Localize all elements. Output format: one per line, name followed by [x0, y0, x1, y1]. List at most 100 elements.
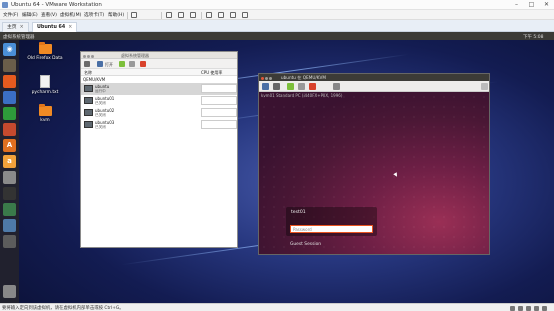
impress-icon[interactable] — [3, 123, 16, 136]
console-view-icon[interactable] — [262, 83, 269, 90]
vm-monitor-icon — [84, 97, 93, 104]
vm-row-ubuntu02[interactable]: ubuntu02 已关闭 — [81, 107, 237, 119]
tab-label: 主页 — [7, 25, 17, 30]
details-icon[interactable] — [273, 83, 280, 90]
power-icon[interactable] — [131, 12, 137, 18]
shutdown-icon[interactable] — [140, 61, 146, 67]
cpu-usage-graph — [201, 108, 237, 117]
firefox-icon[interactable] — [3, 75, 16, 88]
files-icon[interactable] — [3, 59, 16, 72]
vmware-title-bar: Ubuntu 64 - VMware Workstation – □ ✕ — [0, 0, 554, 10]
vm-row-ubuntu03[interactable]: ubuntu03 已关闭 — [81, 119, 237, 131]
open-console-icon[interactable] — [97, 61, 103, 67]
software-center-icon[interactable]: A — [3, 139, 16, 152]
close-dot-icon[interactable] — [83, 54, 86, 58]
fullscreen-icon[interactable] — [206, 12, 212, 18]
send-keys-icon[interactable] — [166, 12, 172, 18]
guest-session-option[interactable]: Guest Session — [290, 242, 321, 247]
guest-hostname-header: kvm01 Standard PC (i440FX+PIIX, 1996) — [261, 93, 343, 98]
amazon-icon[interactable]: a — [3, 155, 16, 168]
menu-help[interactable]: 帮助(H) — [108, 12, 124, 18]
network-icon[interactable] — [510, 305, 515, 311]
tab-close-icon[interactable]: × — [68, 25, 72, 30]
vm-monitor-icon — [84, 85, 93, 92]
gedit-icon[interactable] — [3, 203, 16, 216]
new-vm-icon[interactable] — [84, 61, 90, 67]
display-icon[interactable] — [534, 305, 539, 311]
shutdown-icon[interactable] — [309, 83, 316, 90]
guest-active-app: 虚拟系统管理器 — [3, 34, 35, 40]
login-username[interactable]: test01 — [291, 210, 306, 215]
connection-group[interactable]: QEMU/KVM — [81, 76, 237, 83]
maximize-button[interactable]: □ — [524, 0, 539, 10]
folder-icon — [38, 42, 52, 54]
settings-icon[interactable] — [3, 171, 16, 184]
minimize-dot-icon[interactable] — [265, 76, 268, 80]
vm-list-header: 名称 CPU 使用率 — [81, 69, 237, 76]
console-view-icon[interactable] — [230, 12, 236, 18]
tab-bar: 主页 × Ubuntu 64 × — [0, 20, 554, 32]
minimize-button[interactable]: – — [509, 0, 524, 10]
run-icon[interactable] — [119, 61, 125, 67]
vmware-app-icon — [2, 2, 8, 8]
image-viewer-icon[interactable] — [3, 219, 16, 232]
menu-file[interactable]: 文件(F) — [3, 12, 18, 18]
writer-icon[interactable] — [3, 91, 16, 104]
window-title: Ubuntu 64 - VMware Workstation — [11, 2, 102, 8]
status-bar: 要将输入定向到该虚拟机，请在虚拟机内部单击或按 Ctrl+G。 — [0, 303, 554, 311]
column-name[interactable]: 名称 — [84, 70, 92, 76]
vm-row-ubuntu[interactable]: ubuntu 运行中 — [81, 83, 237, 95]
terminal-icon[interactable] — [3, 187, 16, 200]
maximize-dot-icon[interactable] — [269, 76, 272, 80]
vm-state: 已关闭 — [95, 101, 106, 105]
cpu-usage-graph — [201, 96, 237, 105]
tab-home[interactable]: 主页 × — [2, 22, 29, 32]
text-file-icon — [40, 75, 50, 88]
virt-manager-window: 虚拟系统管理器 打开 名称 CPU 使用率 QEMU/KVM ubuntu 运行… — [80, 51, 238, 248]
menu-edit[interactable]: 编辑(E) — [22, 12, 38, 18]
desktop-icon-pycharm-txt[interactable]: pycharm.txt — [23, 75, 67, 95]
stretch-view-icon[interactable] — [242, 12, 248, 18]
vm-state: 已关闭 — [95, 125, 106, 129]
menu-view[interactable]: 查看(V) — [41, 12, 57, 18]
vm-console-screen[interactable]: kvm01 Standard PC (i440FX+PIIX, 1996) te… — [259, 92, 489, 254]
desktop-icon-label: kvm — [40, 118, 50, 123]
close-button[interactable]: ✕ — [539, 0, 554, 10]
vm-console-window: ubuntu 在 QEMU/KVM kvm01 Standard PC (i44… — [258, 73, 490, 255]
tab-close-icon[interactable]: × — [20, 25, 24, 30]
desktop-icon-old-firefox-data[interactable]: Old Firefox Data — [23, 42, 67, 61]
tab-ubuntu64[interactable]: Ubuntu 64 × — [32, 22, 78, 32]
run-icon[interactable] — [287, 83, 294, 90]
revert-snapshot-icon[interactable] — [190, 12, 196, 18]
unity-launcher: ◉ A a — [0, 40, 19, 303]
window-controls — [83, 54, 95, 58]
guest-clock: 下午 5:08 — [523, 34, 544, 40]
calc-icon[interactable] — [3, 107, 16, 120]
sound-icon[interactable] — [526, 305, 531, 311]
menu-tabs[interactable]: 选项卡(T) — [84, 12, 104, 18]
vm-row-ubuntu01[interactable]: ubuntu01 已关闭 — [81, 95, 237, 107]
usb-icon[interactable] — [518, 305, 523, 311]
maximize-dot-icon[interactable] — [91, 54, 94, 58]
message-icon[interactable] — [542, 305, 547, 311]
pause-icon[interactable] — [129, 61, 135, 67]
vm-monitor-icon — [84, 121, 93, 128]
open-button-label[interactable]: 打开 — [105, 62, 113, 68]
unity-icon[interactable] — [218, 12, 224, 18]
folder-icon — [38, 104, 52, 116]
minimize-dot-icon[interactable] — [87, 54, 90, 58]
snapshot-icon[interactable] — [333, 83, 340, 90]
menu-vm[interactable]: 虚拟机(M) — [60, 12, 81, 18]
snapshot-icon[interactable] — [178, 12, 184, 18]
desktop-icon-kvm[interactable]: kvm — [23, 104, 67, 123]
virt-manager-icon[interactable] — [3, 235, 16, 248]
column-cpu-usage[interactable]: CPU 使用率 — [201, 70, 222, 76]
password-field[interactable]: Password — [290, 225, 373, 233]
close-dot-icon[interactable] — [261, 76, 264, 80]
trash-icon[interactable] — [3, 285, 16, 298]
vm-console-toolbar — [259, 81, 489, 92]
dash-icon[interactable]: ◉ — [3, 43, 16, 56]
vm-console-title-bar: ubuntu 在 QEMU/KVM — [259, 74, 489, 81]
fullscreen-icon[interactable] — [481, 83, 488, 90]
pause-icon[interactable] — [298, 83, 305, 90]
